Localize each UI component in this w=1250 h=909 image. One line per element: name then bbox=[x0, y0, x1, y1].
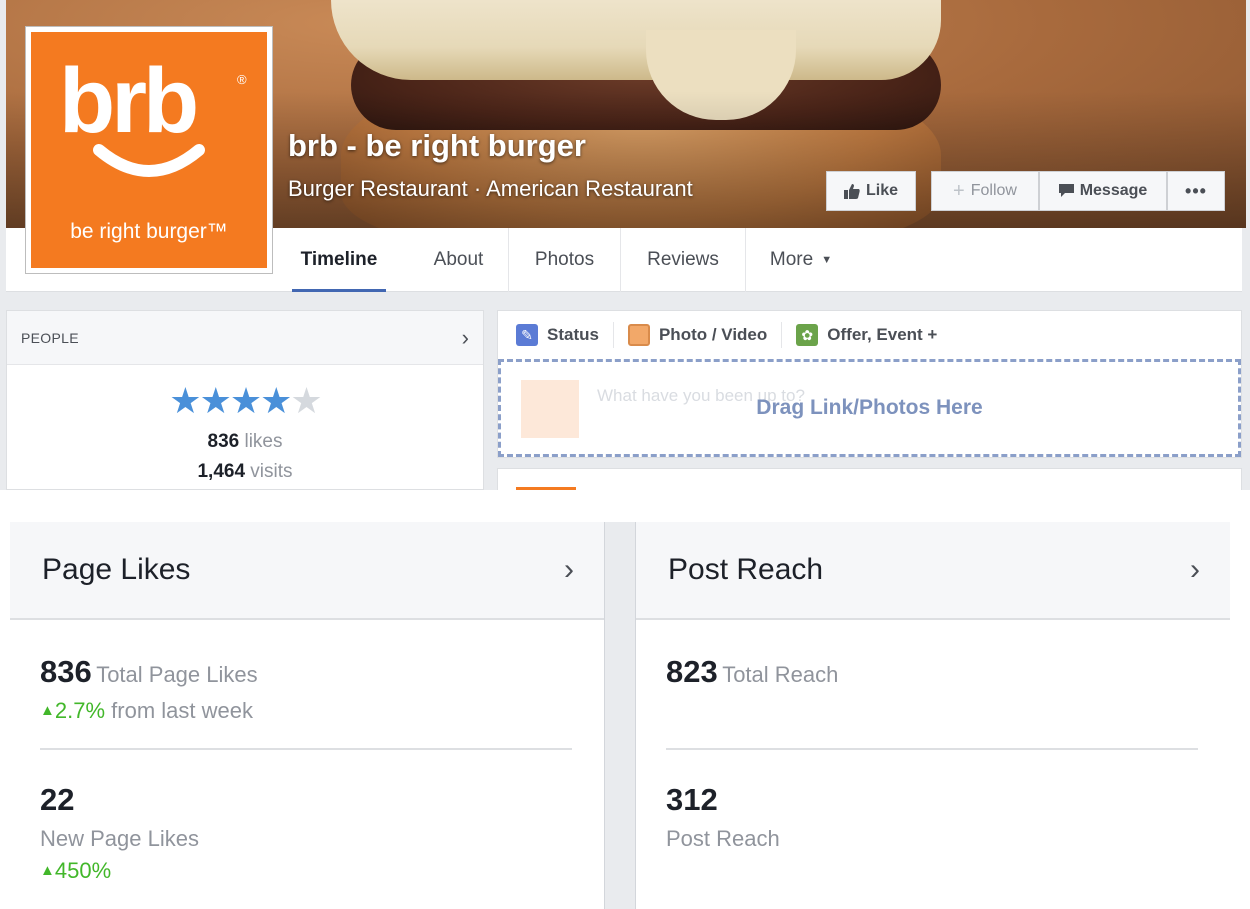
rating-stars[interactable]: ★★★★★ bbox=[7, 381, 483, 421]
message-icon bbox=[1058, 184, 1074, 197]
people-visits-count: 1,464 bbox=[197, 461, 246, 482]
follow-button[interactable]: + Follow bbox=[931, 171, 1039, 211]
new-page-likes-value: 22 bbox=[40, 782, 75, 817]
insights-section: Page Likes › 836 Total Page Likes ▲2.7% … bbox=[0, 490, 1250, 909]
star-filled-icon: ★ bbox=[169, 380, 201, 421]
tab-reviews[interactable]: Reviews bbox=[621, 228, 746, 292]
tab-more[interactable]: More ▼ bbox=[746, 228, 856, 292]
brb-logo: brb ® be right burger™ bbox=[31, 32, 267, 268]
composer-tab-offer-label: Offer, Event + bbox=[827, 325, 938, 344]
post-reach-header[interactable]: Post Reach › bbox=[636, 522, 1230, 620]
tab-timeline[interactable]: Timeline bbox=[292, 228, 386, 292]
composer-tab-photo-label: Photo / Video bbox=[658, 325, 768, 344]
logo-smile-icon bbox=[93, 144, 205, 177]
page-title[interactable]: brb - be right burger bbox=[288, 128, 586, 164]
composer-tab-status[interactable]: ✎ Status bbox=[516, 322, 614, 348]
people-card: PEOPLE › ★★★★★ 836 likes 1,464 visits bbox=[6, 310, 484, 490]
photo-icon bbox=[627, 324, 650, 346]
page-likes-title: Page Likes bbox=[42, 553, 191, 586]
total-reach-value: 823 bbox=[666, 654, 718, 689]
plus-icon: + bbox=[953, 179, 965, 202]
drag-drop-label: Drag Link/Photos Here bbox=[756, 396, 983, 419]
logo-registered-mark: ® bbox=[237, 72, 247, 87]
drag-drop-zone[interactable]: What have you been up to? Drag Link/Phot… bbox=[498, 359, 1241, 457]
tab-about[interactable]: About bbox=[409, 228, 509, 292]
page-category[interactable]: Burger Restaurant · American Restaurant bbox=[288, 176, 693, 202]
total-reach-label: Total Reach bbox=[722, 662, 839, 687]
metric-divider bbox=[40, 748, 572, 750]
page-likes-header[interactable]: Page Likes › bbox=[10, 522, 604, 620]
total-reach-metric: 823 Total Reach bbox=[666, 654, 838, 690]
composer-tab-status-label: Status bbox=[547, 325, 599, 344]
tab-photos[interactable]: Photos bbox=[509, 228, 621, 292]
post-reach-label: Post Reach bbox=[666, 826, 780, 851]
post-reach-value: 312 bbox=[666, 782, 718, 817]
star-filled-icon: ★ bbox=[199, 380, 232, 421]
like-button-label: Like bbox=[865, 182, 898, 199]
total-page-likes-label: Total Page Likes bbox=[96, 662, 258, 687]
card-gutter bbox=[604, 522, 636, 909]
post-reach-metric: 312 bbox=[666, 782, 718, 818]
new-page-likes-label: New Page Likes bbox=[40, 826, 199, 851]
facebook-page-view: brb ® be right burger™ brb - be right bu… bbox=[0, 0, 1250, 490]
people-likes-count: 836 bbox=[207, 431, 240, 452]
chevron-right-icon[interactable]: › bbox=[564, 553, 574, 587]
chevron-right-icon[interactable]: › bbox=[1190, 553, 1200, 587]
thumbs-up-icon bbox=[843, 183, 860, 199]
new-page-likes-change: ▲450% bbox=[40, 858, 111, 884]
total-page-likes-change-value: 2.7% bbox=[54, 698, 106, 723]
new-page-likes-metric: 22 bbox=[40, 782, 74, 818]
composer-tab-photo-video[interactable]: Photo / Video bbox=[627, 322, 783, 348]
caret-down-icon: ▼ bbox=[821, 254, 833, 266]
people-likes: 836 likes bbox=[7, 431, 483, 453]
like-button[interactable]: Like bbox=[826, 171, 916, 211]
follow-button-label: Follow bbox=[970, 182, 1017, 199]
logo-tagline: be right burger™ bbox=[70, 220, 228, 243]
next-post-card bbox=[497, 468, 1242, 490]
page-likes-card: Page Likes › 836 Total Page Likes ▲2.7% … bbox=[10, 522, 604, 909]
logo-wordmark: brb bbox=[59, 50, 196, 152]
metric-divider bbox=[666, 748, 1198, 750]
message-button-label: Message bbox=[1079, 182, 1148, 199]
ellipsis-icon: ••• bbox=[1185, 180, 1207, 201]
star-filled-icon: ★ bbox=[260, 380, 292, 421]
profile-picture[interactable]: brb ® be right burger™ bbox=[25, 26, 273, 274]
more-options-button[interactable]: ••• bbox=[1167, 171, 1225, 211]
total-page-likes-metric: 836 Total Page Likes bbox=[40, 654, 258, 690]
people-visits-label: visits bbox=[250, 461, 293, 482]
star-filled-icon: ★ bbox=[229, 380, 262, 421]
post-composer: ✎ Status Photo / Video ✿ Offer, Event + … bbox=[497, 310, 1242, 458]
total-page-likes-value: 836 bbox=[40, 654, 92, 689]
composer-avatar bbox=[521, 380, 579, 438]
people-card-title: PEOPLE bbox=[21, 329, 79, 346]
people-visits: 1,464 visits bbox=[7, 461, 483, 483]
tab-more-label: More bbox=[769, 249, 814, 270]
triangle-up-icon: ▲ bbox=[40, 702, 55, 719]
triangle-up-icon: ▲ bbox=[40, 862, 55, 879]
pencil-icon: ✎ bbox=[516, 324, 538, 346]
message-button[interactable]: Message bbox=[1039, 171, 1167, 211]
new-page-likes-change-value: 450% bbox=[54, 858, 112, 883]
composer-tab-offer-event[interactable]: ✿ Offer, Event + bbox=[796, 322, 951, 348]
star-empty-icon: ★ bbox=[290, 380, 322, 421]
composer-tabs: ✎ Status Photo / Video ✿ Offer, Event + bbox=[498, 311, 1241, 359]
people-card-header[interactable]: PEOPLE › bbox=[7, 311, 483, 365]
post-reach-card: Post Reach › 823 Total Reach 312 Post Re… bbox=[636, 522, 1230, 909]
total-page-likes-change: ▲2.7% from last week bbox=[40, 698, 253, 724]
post-reach-title: Post Reach bbox=[668, 553, 824, 586]
chevron-right-icon[interactable]: › bbox=[462, 325, 469, 351]
total-page-likes-change-suffix: from last week bbox=[111, 698, 253, 723]
offer-icon: ✿ bbox=[796, 324, 819, 346]
people-likes-label: likes bbox=[244, 431, 283, 452]
